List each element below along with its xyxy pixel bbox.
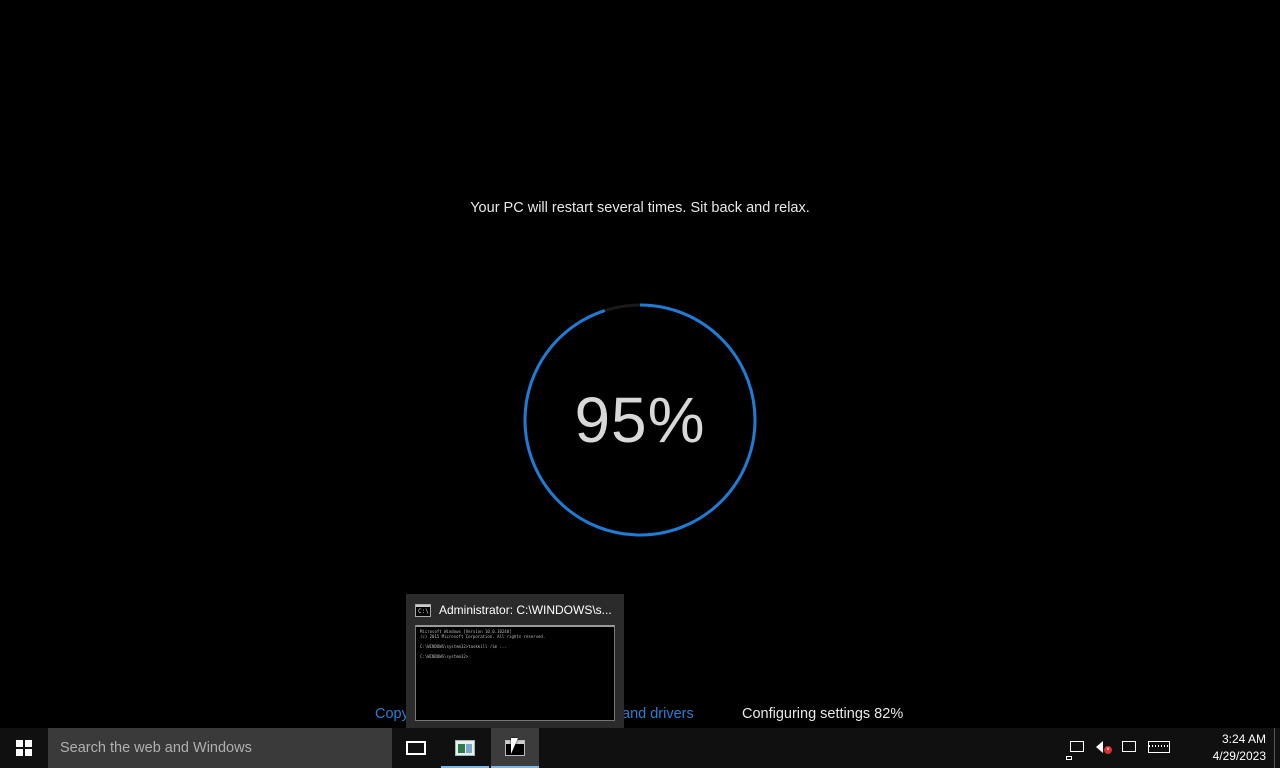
action-center-icon <box>1122 741 1136 752</box>
console-line: C:\WINDOWS\system32> <box>420 654 469 659</box>
start-button[interactable] <box>0 728 48 768</box>
tray-action-center[interactable] <box>1122 741 1138 755</box>
tray-volume[interactable]: × <box>1096 741 1112 755</box>
task-view-icon <box>406 741 426 755</box>
network-icon <box>1070 741 1084 752</box>
tray-touch-keyboard[interactable] <box>1148 741 1170 755</box>
task-view-button[interactable] <box>392 728 440 768</box>
step-copying-files: Copy <box>375 706 409 722</box>
clock[interactable]: 3:24 AM 4/29/2023 <box>1186 731 1266 765</box>
progress-ring: 95% <box>522 302 758 538</box>
step-features-drivers: and drivers <box>622 706 694 722</box>
progress-percent: 95% <box>574 384 706 456</box>
windows-start-icon <box>16 740 32 756</box>
setup-headline: Your PC will restart several times. Sit … <box>470 200 810 216</box>
mouse-cursor-icon <box>511 738 518 754</box>
taskbar: Search the web and Windows × 3:24 AM 4/2… <box>0 728 1280 768</box>
taskbar-thumbnail-preview[interactable]: C:\ Administrator: C:\WINDOWS\s... Micro… <box>406 594 624 728</box>
system-tray: × <box>1070 728 1170 768</box>
preview-title: Administrator: C:\WINDOWS\s... <box>439 603 612 617</box>
clock-time: 3:24 AM <box>1221 732 1266 746</box>
volume-muted-icon <box>1096 741 1103 753</box>
step-configuring-settings: Configuring settings 82% <box>742 706 904 722</box>
tv-app-icon <box>455 740 475 756</box>
cmd-icon: C:\ <box>415 603 431 617</box>
setup-screen: Your PC will restart several times. Sit … <box>0 0 1280 768</box>
preview-header: C:\ Administrator: C:\WINDOWS\s... <box>415 602 612 618</box>
clock-date: 4/29/2023 <box>1212 749 1266 763</box>
keyboard-icon <box>1148 741 1170 753</box>
tray-network[interactable] <box>1070 741 1086 755</box>
taskbar-app-tv[interactable] <box>441 728 489 768</box>
preview-window-thumbnail[interactable]: Microsoft Windows [Version 10.0.10240] (… <box>415 625 615 721</box>
show-desktop-button[interactable] <box>1274 728 1280 768</box>
search-box[interactable]: Search the web and Windows <box>48 728 392 768</box>
muted-badge-icon: × <box>1104 746 1112 754</box>
